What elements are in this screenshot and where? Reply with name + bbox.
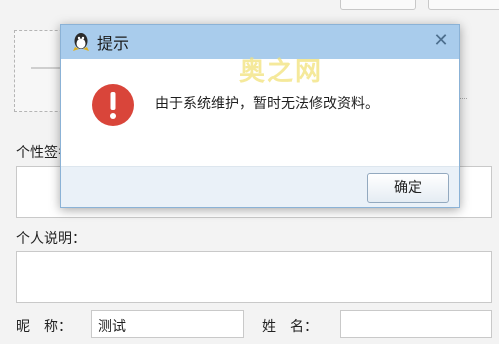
- description-textarea[interactable]: [16, 251, 492, 303]
- name-label: 姓 名：: [262, 319, 318, 335]
- top-button-2[interactable]: [428, 0, 499, 10]
- dialog-title: 提示: [97, 34, 130, 53]
- dialog-message: 由于系统维护，暂时无法修改资料。: [155, 96, 379, 112]
- qq-penguin-icon: [73, 33, 89, 51]
- plus-icon: [31, 67, 61, 69]
- name-input[interactable]: [340, 310, 492, 338]
- dotted-divider: [459, 98, 467, 101]
- watermark-logo: 奥之网: [239, 57, 324, 87]
- top-button-1[interactable]: [340, 0, 416, 10]
- close-button[interactable]: ✕: [431, 31, 451, 51]
- nickname-input[interactable]: 测试: [91, 310, 244, 338]
- nickname-label: 昵 称：: [16, 319, 72, 335]
- dialog-footer: 确定: [61, 166, 459, 207]
- warning-icon: [92, 84, 134, 126]
- description-label: 个人说明：: [16, 231, 86, 247]
- ok-button[interactable]: 确定: [367, 173, 449, 203]
- alert-dialog: 提示 ✕ 奥之网 由于系统维护，暂时无法修改资料。 确定: [60, 24, 460, 208]
